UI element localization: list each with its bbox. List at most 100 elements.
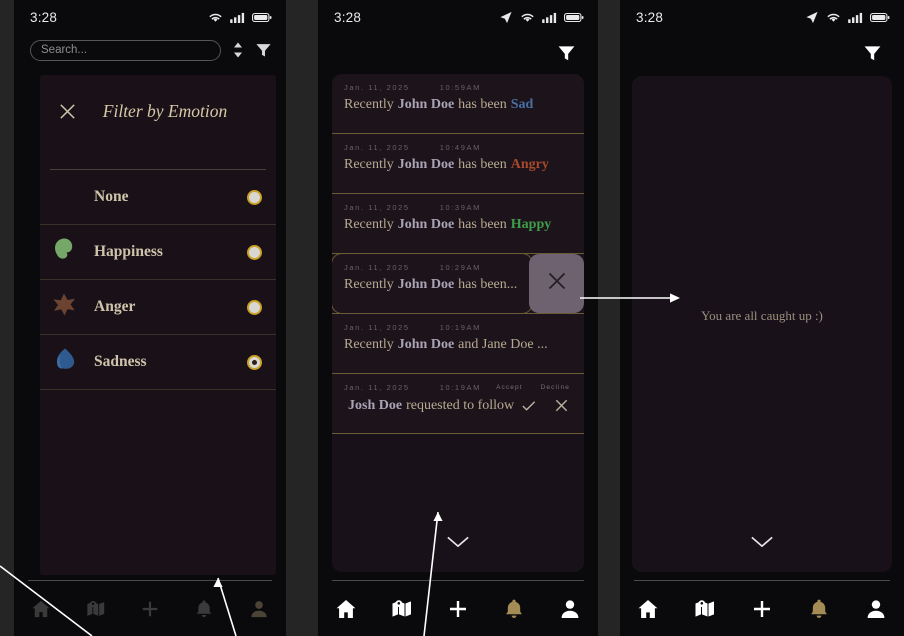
notification-user: Josh Doe xyxy=(348,397,403,413)
notification-date: Jan. 11, 2025 xyxy=(344,263,410,272)
emotion-blob-happiness xyxy=(48,235,82,269)
notification-date: Jan. 11, 2025 xyxy=(344,143,410,152)
notification-row-follow-request[interactable]: Jan. 11, 2025 10:19AM Accept Decline Jos… xyxy=(332,374,584,434)
cellular-signal-icon xyxy=(542,12,557,23)
chevron-down-icon xyxy=(446,535,470,554)
radio-anger[interactable] xyxy=(247,299,262,315)
sort-updown-icon[interactable] xyxy=(231,41,245,59)
nav-item-add[interactable] xyxy=(734,598,791,620)
notification-time: 10:19AM xyxy=(439,383,481,392)
notification-mid: and Jane Doe ... xyxy=(458,337,548,352)
nav-item-home[interactable] xyxy=(14,599,68,619)
empty-notification-list: You are all caught up :) xyxy=(632,76,892,572)
emotion-option-none[interactable]: None xyxy=(40,170,276,225)
nav-item-map[interactable] xyxy=(374,598,430,620)
status-icons xyxy=(208,12,272,23)
nav-item-notifications[interactable] xyxy=(177,599,231,619)
close-x-icon[interactable] xyxy=(50,102,84,121)
notification-mid: has been xyxy=(458,97,507,112)
notification-mid: has been... xyxy=(458,277,518,292)
phone-panel-filter: 3:28 Search... Filter by Emotion None Ha… xyxy=(14,0,286,636)
notification-row[interactable]: Jan. 11, 2025 10:39AM Recently John Doe … xyxy=(332,194,584,254)
notification-user: John Doe xyxy=(397,277,455,292)
plus-icon xyxy=(753,600,770,617)
notification-text: Josh Doe requested to follow xyxy=(344,397,570,414)
accept-check-icon[interactable] xyxy=(520,397,537,414)
notification-user: John Doe xyxy=(397,217,455,232)
emotion-option-anger[interactable]: Anger xyxy=(40,280,276,335)
location-arrow-icon xyxy=(805,11,819,24)
filter-funnel-icon[interactable] xyxy=(863,44,882,63)
accept-label: Accept xyxy=(496,384,523,391)
phone-panel-empty: 3:28 You are all caught up:) xyxy=(620,0,904,636)
emotion-label: Anger xyxy=(94,298,136,315)
filter-funnel-icon[interactable] xyxy=(557,44,576,63)
notification-text: Recently John Doe has been Angry xyxy=(344,157,570,173)
notification-row-swiped[interactable]: Jan. 11, 2025 10:29AM Recently John Doe … xyxy=(332,254,584,314)
map-pin-icon xyxy=(392,599,411,617)
radio-happiness[interactable] xyxy=(247,244,262,260)
location-arrow-icon xyxy=(499,11,513,24)
battery-icon xyxy=(252,12,272,23)
notification-prefix: Recently xyxy=(344,157,394,172)
nav-item-home[interactable] xyxy=(318,598,374,620)
wifi-icon xyxy=(520,12,535,23)
scroll-down-hint[interactable] xyxy=(332,535,584,554)
notification-row[interactable]: Jan. 11, 2025 10:49AM Recently John Doe … xyxy=(332,134,584,194)
notification-prefix: Recently xyxy=(344,277,394,292)
notification-row[interactable]: Jan. 11, 2025 10:19AM Recently John Doe … xyxy=(332,314,584,374)
nav-item-map[interactable] xyxy=(68,599,122,619)
notification-time: 10:29AM xyxy=(439,263,481,272)
home-icon xyxy=(336,599,356,618)
nav-item-notifications[interactable] xyxy=(486,598,542,620)
close-x-icon xyxy=(546,270,568,297)
status-bar: 3:28 xyxy=(620,0,904,34)
bell-icon xyxy=(810,599,827,618)
decline-x-icon[interactable] xyxy=(553,397,570,414)
nav-item-add[interactable] xyxy=(430,598,486,620)
nav-item-map[interactable] xyxy=(677,598,734,620)
filter-by-emotion-panel: Filter by Emotion None Happiness Anger S… xyxy=(40,75,276,575)
notification-time: 10:39AM xyxy=(439,203,481,212)
emotion-option-happiness[interactable]: Happiness xyxy=(40,225,276,280)
plus-icon xyxy=(450,600,466,617)
bell-icon xyxy=(197,599,212,617)
search-input[interactable] xyxy=(30,39,221,61)
nav-item-notifications[interactable] xyxy=(790,598,847,620)
status-bar: 3:28 xyxy=(14,0,286,34)
filter-panel-header: Filter by Emotion xyxy=(40,75,276,147)
notification-time: 10:49AM xyxy=(439,143,481,152)
delete-notification-button[interactable] xyxy=(529,254,584,313)
notification-row[interactable]: Jan. 11, 2025 10:59AM Recently John Doe … xyxy=(332,74,584,134)
bottom-nav xyxy=(620,580,904,636)
notification-user: John Doe xyxy=(397,337,455,352)
notification-text: Recently John Doe has been Happy xyxy=(344,217,570,233)
status-time: 3:28 xyxy=(636,9,664,25)
notification-text: Recently John Doe has been... xyxy=(344,277,518,293)
nav-item-add[interactable] xyxy=(123,599,177,619)
nav-item-profile[interactable] xyxy=(542,598,598,620)
toolbar-row xyxy=(318,34,598,72)
radio-none[interactable] xyxy=(247,189,262,205)
battery-icon xyxy=(870,12,890,23)
notification-date: Jan. 11, 2025 xyxy=(344,203,410,212)
nav-item-home[interactable] xyxy=(620,598,677,620)
nav-item-profile[interactable] xyxy=(232,599,286,619)
notification-date: Jan. 11, 2025 xyxy=(344,83,410,92)
filter-funnel-icon[interactable] xyxy=(255,42,272,59)
scroll-down-hint[interactable] xyxy=(632,535,892,554)
emotion-option-sadness[interactable]: Sadness xyxy=(40,335,276,390)
notification-prefix: Recently xyxy=(344,337,394,352)
empty-state-message: You are all caught up :) xyxy=(701,308,823,323)
notification-date: Jan. 11, 2025 xyxy=(344,323,410,332)
cellular-signal-icon xyxy=(848,12,863,23)
radio-sadness[interactable] xyxy=(247,354,262,370)
map-pin-icon xyxy=(86,600,104,616)
nav-item-profile[interactable] xyxy=(847,598,904,620)
phone-panel-notifications: 3:28 Jan. 11, 2025 10:59AM Recently John… xyxy=(318,0,598,636)
notification-emotion: Sad xyxy=(510,97,534,112)
emotion-blob-anger xyxy=(48,290,82,324)
notification-emotion: Angry xyxy=(510,157,549,172)
notification-text: Recently John Doe has been Sad xyxy=(344,97,570,113)
wifi-icon xyxy=(826,12,841,23)
